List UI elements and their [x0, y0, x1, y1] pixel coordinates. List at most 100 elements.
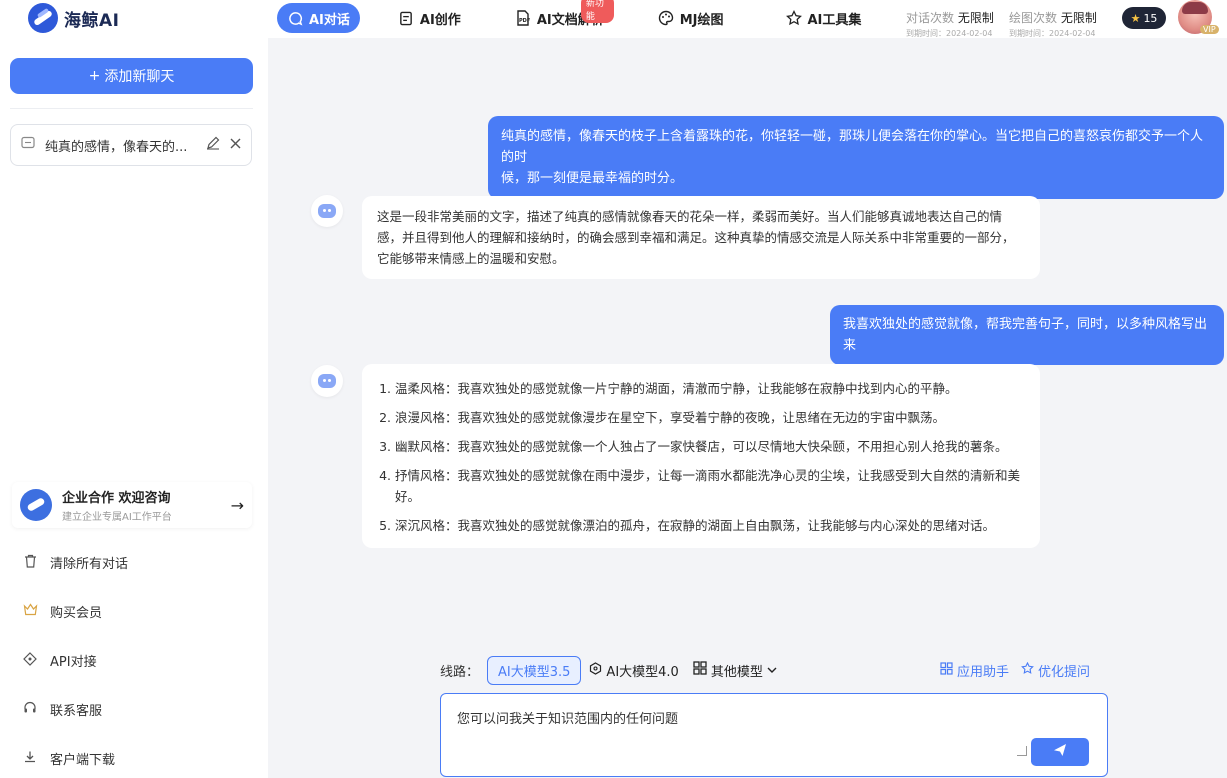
nav-ai-tools[interactable]: AI工具集	[776, 3, 872, 33]
model-option-4-0[interactable]: AI大模型4.0	[589, 661, 679, 680]
arrow-right-icon: →	[230, 495, 244, 515]
grid-icon	[693, 661, 707, 679]
plus-icon: +	[88, 68, 101, 84]
nav-ai-chat-label: AI对话	[309, 12, 350, 28]
api-icon	[22, 651, 38, 670]
whale-logo-icon	[28, 3, 58, 33]
other-models-label: 其他模型	[710, 664, 763, 680]
user-message: 纯真的感情，像春天的枝子上含着露珠的花，你轻轻一碰，那珠儿便会落在你的掌心。当它…	[488, 116, 1224, 199]
conversation-item[interactable]: 纯真的感情，像春天的...	[10, 124, 252, 166]
bot-avatar	[311, 365, 343, 397]
message-composer	[440, 693, 1108, 777]
close-icon[interactable]	[230, 137, 241, 153]
nav-ai-tools-label: AI工具集	[807, 12, 862, 28]
list-item: 抒情风格：我喜欢独处的感觉就像在雨中漫步，让每一滴雨水都能洗净心灵的尘埃，让我感…	[395, 465, 1025, 507]
headset-icon	[22, 701, 38, 719]
logo[interactable]: 海鲸AI	[28, 3, 119, 33]
sparkle-icon	[1021, 661, 1034, 679]
route-label: 线路：	[440, 664, 480, 680]
app-helper-button[interactable]: 应用助手	[940, 661, 1009, 680]
nav-ai-create[interactable]: AI创作	[388, 3, 471, 33]
add-new-chat-label: 添加新聊天	[104, 69, 175, 85]
conversation-title: 纯真的感情，像春天的...	[45, 139, 188, 155]
stars-count: 15	[1143, 11, 1158, 25]
sidebar-item-buy-membership[interactable]: 购买会员	[22, 587, 252, 636]
optimize-prompt-label: 优化提问	[1037, 664, 1090, 680]
bot-message: 这是一段非常美丽的文字，描述了纯真的感情就像春天的花朵一样，柔弱而美好。当人们能…	[362, 196, 1040, 279]
new-feature-badge: 新功能	[580, 0, 614, 23]
chat-quota: 对话次数 无限制 到期时间：2024-02-04	[906, 9, 994, 39]
sidebar: + 添加新聊天 纯真的感情，像春天的... 企业合作 欢迎咨询 建立企业专属AI…	[0, 38, 268, 778]
svg-text:PDF: PDF	[519, 18, 530, 24]
message-square-icon	[21, 136, 35, 154]
robot-icon	[318, 204, 336, 218]
promo-subtitle: 建立企业专属AI工作平台	[62, 512, 172, 523]
handshake-icon	[20, 489, 52, 521]
edit-icon[interactable]	[206, 136, 220, 154]
draw-quota: 绘图次数 无限制 到期时间：2024-02-04	[1009, 9, 1097, 39]
sidebar-item-support[interactable]: 联系客服	[22, 685, 252, 734]
sidebar-divider	[10, 108, 253, 109]
list-item: 温柔风格：我喜欢独处的感觉就像一片宁静的湖面，清澈而宁静，让我能够在寂静中找到内…	[395, 378, 1025, 399]
nav-mj-draw[interactable]: MJ绘图	[648, 3, 734, 33]
sidebar-item-api[interactable]: API对接	[22, 636, 252, 685]
nav-mj-draw-label: MJ绘图	[679, 12, 724, 28]
robot-icon	[318, 374, 336, 388]
bot-avatar	[311, 195, 343, 227]
trash-icon	[22, 554, 38, 572]
model-option-3-5[interactable]: AI大模型3.5	[487, 655, 582, 685]
app-helper-label: 应用助手	[956, 664, 1009, 680]
star-icon: ★	[1130, 11, 1141, 25]
download-icon	[22, 750, 38, 768]
list-item: 浪漫风格：我喜欢独处的感觉就像漫步在星空下，享受着宁静的夜晚，让思绪在无边的宇宙…	[395, 407, 1025, 428]
nav-ai-doc-parse[interactable]: PDF AI文档解析 新功能	[505, 0, 614, 33]
user-message: 我喜欢独处的感觉就像，帮我完善句子，同时，以多种风格写出来	[830, 305, 1224, 365]
chat-quota-label: 对话次数	[906, 11, 955, 25]
style-list: 温柔风格：我喜欢独处的感觉就像一片宁静的湖面，清澈而宁静，让我能够在寂静中找到内…	[377, 378, 1025, 536]
chat-icon	[287, 10, 303, 26]
send-button[interactable]	[1031, 738, 1089, 766]
user-message-line: 我喜欢独处的感觉就像，帮我完善句子，同时，以多种风格写出来	[843, 317, 1208, 353]
chevron-down-icon	[767, 663, 777, 678]
list-item: 幽默风格：我喜欢独处的感觉就像一个人独占了一家快餐店，可以尽情地大快朵颐，不用担…	[395, 436, 1025, 457]
optimize-prompt-button[interactable]: 优化提问	[1021, 661, 1090, 680]
bot-message-line: 它能够带来情感上的温暖和安慰。	[377, 251, 565, 266]
sidebar-item-label: 清除所有对话	[50, 557, 129, 572]
other-models-dropdown[interactable]: 其他模型	[693, 661, 777, 680]
stars-badge[interactable]: ★ 15	[1122, 7, 1166, 29]
sidebar-item-download[interactable]: 客户端下载	[22, 734, 252, 778]
promo-title: 企业合作 欢迎咨询	[62, 491, 171, 506]
top-bar: 海鲸AI AI对话 AI创作 PDF AI文档解析 新功能 MJ绘图 AI工具集…	[0, 0, 1227, 38]
bot-message: 温柔风格：我喜欢独处的感觉就像一片宁静的湖面，清澈而宁静，让我能够在寂静中找到内…	[362, 364, 1040, 548]
send-icon	[1053, 743, 1067, 761]
sidebar-menu: 清除所有对话 购买会员 API对接 联系客服 客户端下载	[22, 538, 252, 778]
add-new-chat-button[interactable]: + 添加新聊天	[10, 58, 253, 94]
sidebar-item-label: 客户端下载	[50, 753, 116, 768]
star-outline-icon	[785, 10, 802, 26]
document-edit-icon	[398, 10, 414, 26]
bot-message-line: 这是一段非常美丽的文字，描述了纯真的感情就像春天的花朵一样，柔弱而美好。当人们能…	[377, 209, 1003, 224]
sidebar-item-clear-all[interactable]: 清除所有对话	[22, 538, 252, 587]
sidebar-item-label: 购买会员	[50, 606, 103, 621]
enterprise-promo-card[interactable]: 企业合作 欢迎咨询 建立企业专属AI工作平台 →	[12, 482, 252, 528]
main-nav: AI对话 AI创作 PDF AI文档解析 新功能 MJ绘图 AI工具集	[277, 0, 872, 33]
user-message-line: 纯真的感情，像春天的枝子上含着露珠的花，你轻轻一碰，那珠儿便会落在你的掌心。当它…	[501, 129, 1204, 165]
crown-icon	[22, 603, 38, 620]
palette-icon	[658, 10, 674, 26]
apps-icon	[940, 661, 953, 679]
message-input[interactable]	[457, 708, 1017, 748]
chat-quota-value: 无限制	[957, 11, 994, 25]
bot-message-line: 感，并且得到他人的理解和接纳时，的确会感到幸福和满足。这种真挚的情感交流是人际关…	[377, 230, 1015, 245]
resize-handle-icon[interactable]	[1017, 746, 1027, 756]
user-message-line: 候，那一刻便是最幸福的时分。	[501, 171, 684, 186]
list-item: 深沉风格：我喜欢独处的感觉就像漂泊的孤舟，在寂静的湖面上自由飘荡，让我能够与内心…	[395, 515, 1025, 536]
draw-quota-value: 无限制	[1060, 11, 1097, 25]
hexagon-icon	[589, 661, 602, 679]
vip-badge: VIP	[1200, 25, 1219, 34]
model-option-4-0-label: AI大模型4.0	[606, 664, 679, 680]
sidebar-item-label: API对接	[50, 655, 97, 670]
nav-ai-chat[interactable]: AI对话	[277, 3, 360, 33]
nav-ai-create-label: AI创作	[419, 12, 461, 28]
draw-quota-label: 绘图次数	[1009, 11, 1058, 25]
composer-tools: 应用助手 优化提问	[940, 661, 1090, 680]
